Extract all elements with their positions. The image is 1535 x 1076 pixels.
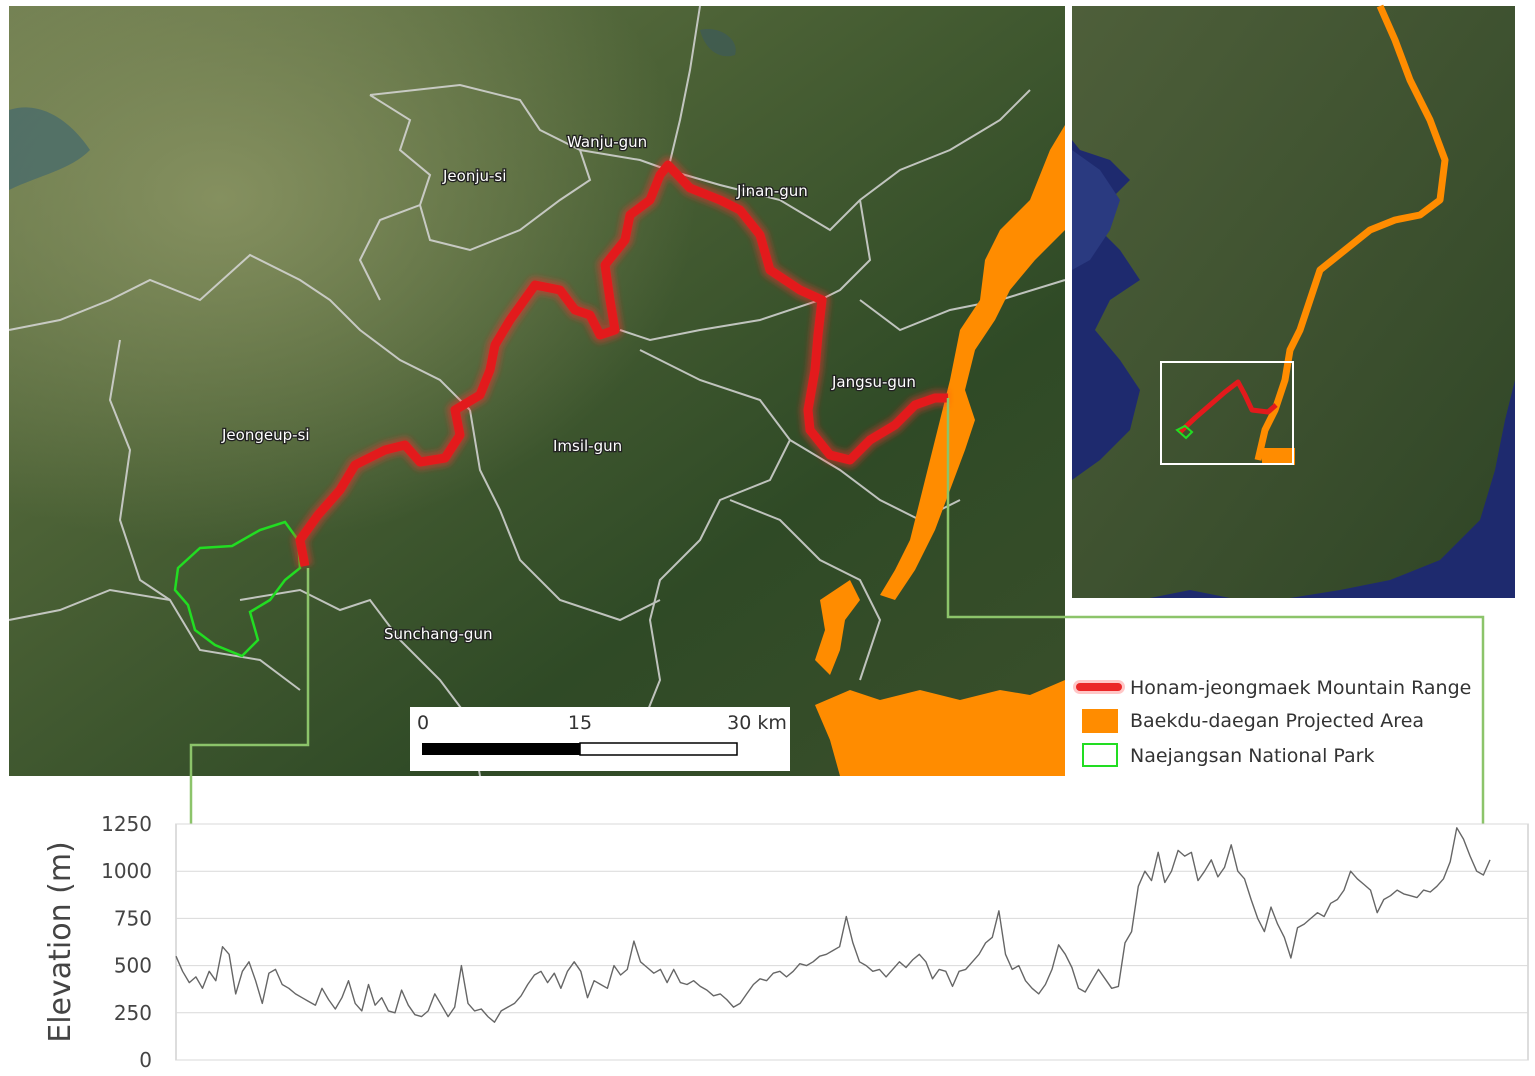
y-tick-label: 750	[114, 906, 152, 930]
y-axis-label: Elevation (m)	[43, 841, 78, 1043]
scale-tick-30: 30 km	[727, 712, 787, 734]
place-label-imsil: Imsil-gun	[553, 437, 622, 455]
inset-baekdu-south	[1262, 448, 1295, 465]
legend-label-baekdu-area: Baekdu-daegan Projected Area	[1130, 710, 1424, 732]
y-tick-label: 0	[139, 1048, 152, 1072]
place-label-sunchang: Sunchang-gun	[384, 625, 492, 643]
green-outline-square-icon	[1082, 743, 1118, 767]
y-tick-label: 250	[114, 1001, 152, 1025]
place-label-jinan: Jinan-gun	[736, 182, 808, 200]
place-label-wanju: Wanju-gun	[567, 133, 647, 151]
elevation-chart: 0 250 500 750 1000 1250 Elevation (m)	[43, 812, 1529, 1072]
place-label-jangsu: Jangsu-gun	[831, 373, 916, 391]
figure-canvas: Wanju-gun Jeonju-si Jinan-gun Jangsu-gun…	[8, 4, 1529, 1072]
scale-tick-15: 15	[568, 712, 592, 734]
orange-square-icon	[1082, 709, 1118, 733]
inset-map	[1072, 4, 1515, 598]
y-tick-label: 1250	[101, 812, 152, 836]
scale-bar: 0 15 30 km	[410, 707, 790, 771]
place-label-jeonju: Jeonju-si	[442, 167, 506, 185]
inset-land	[1072, 6, 1515, 598]
y-tick-labels: 0 250 500 750 1000 1250	[101, 812, 152, 1072]
place-label-jeongeup: Jeongeup-si	[221, 426, 310, 444]
y-tick-label: 1000	[101, 859, 152, 883]
y-tick-label: 500	[114, 954, 152, 978]
plains-shading	[9, 6, 1065, 776]
legend-label-mountain-range: Honam-jeongmaek Mountain Range	[1130, 677, 1471, 699]
scale-tick-0: 0	[417, 712, 429, 734]
legend: Honam-jeongmaek Mountain Range Baekdu-da…	[1073, 677, 1471, 767]
main-map: Wanju-gun Jeonju-si Jinan-gun Jangsu-gun…	[8, 5, 1066, 777]
legend-label-national-park: Naejangsan National Park	[1130, 745, 1374, 767]
